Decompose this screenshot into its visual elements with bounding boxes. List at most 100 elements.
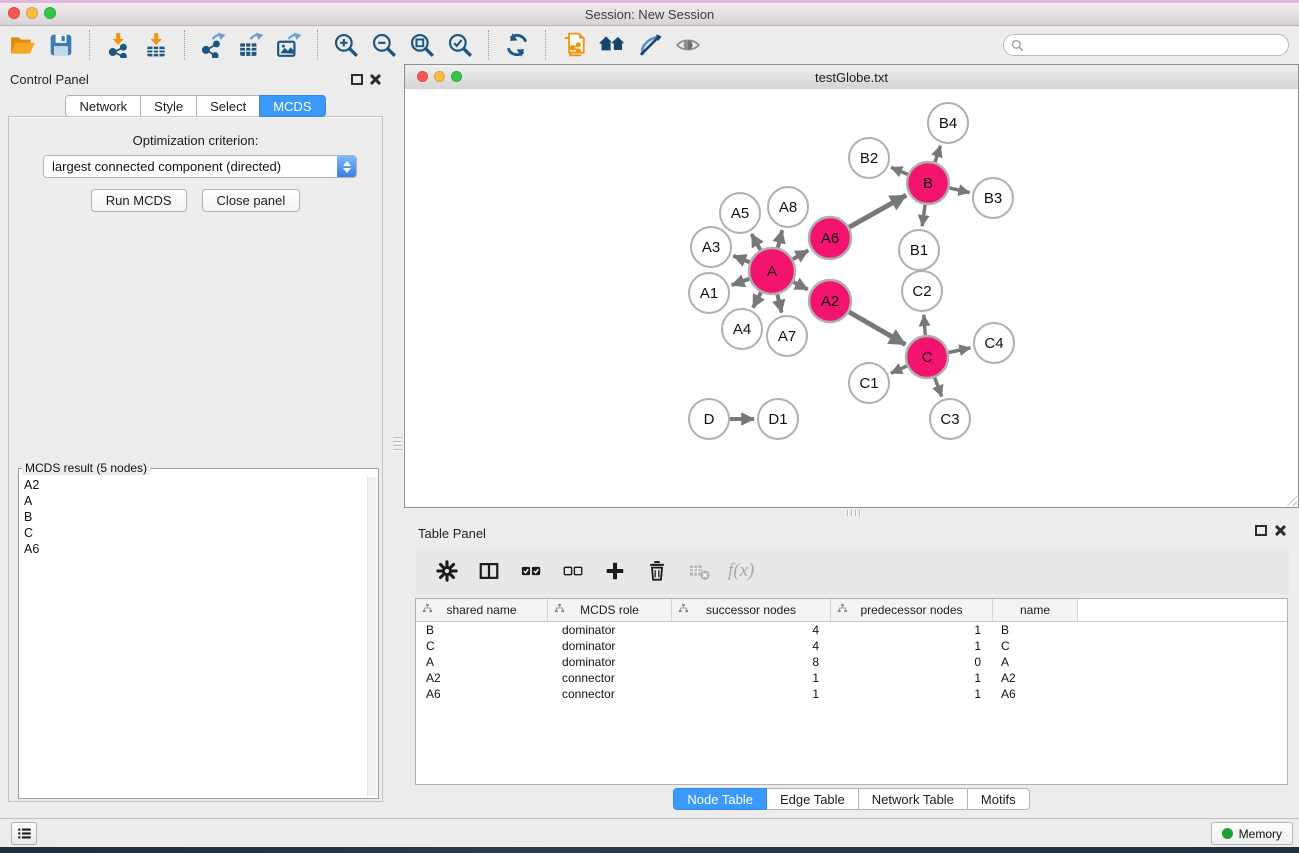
tab-style[interactable]: Style — [140, 95, 197, 117]
horizontal-split-divider[interactable] — [404, 508, 1299, 518]
mcds-result-item[interactable]: B — [19, 509, 366, 525]
edge-A-A5[interactable] — [752, 234, 761, 250]
refresh-view-button[interactable] — [498, 28, 536, 62]
table-close-panel-button[interactable] — [1275, 524, 1287, 536]
float-panel-button[interactable] — [351, 73, 363, 85]
tab-select[interactable]: Select — [196, 95, 260, 117]
export-table-button[interactable] — [232, 28, 270, 62]
node-B4[interactable]: B4 — [928, 103, 968, 143]
node-B2[interactable]: B2 — [849, 138, 889, 178]
zoom-in-button[interactable] — [327, 28, 365, 62]
tab-network-table[interactable]: Network Table — [858, 788, 968, 810]
node-C3[interactable]: C3 — [930, 399, 970, 439]
node-B[interactable]: B — [907, 162, 949, 204]
table-row[interactable]: Cdominator41C — [416, 638, 1287, 654]
node-A6[interactable]: A6 — [809, 217, 851, 259]
node-C[interactable]: C — [906, 336, 948, 378]
zoom-selected-button[interactable] — [441, 28, 479, 62]
node-C1[interactable]: C1 — [849, 363, 889, 403]
search-input[interactable] — [1028, 36, 1288, 54]
node-A7[interactable]: A7 — [767, 316, 807, 356]
split-columns-button[interactable] — [476, 556, 502, 586]
column-header-successor-nodes[interactable]: successor nodes — [672, 599, 831, 621]
settings-gear-button[interactable] — [434, 556, 460, 586]
node-D1[interactable]: D1 — [758, 399, 798, 439]
tab-motifs[interactable]: Motifs — [967, 788, 1030, 810]
search-field[interactable] — [1003, 34, 1289, 56]
node-A4[interactable]: A4 — [722, 309, 762, 349]
zoom-out-button[interactable] — [365, 28, 403, 62]
import-table-button[interactable] — [137, 28, 175, 62]
function-builder-button[interactable]: f(x) — [728, 560, 754, 582]
edge-A2-C[interactable] — [849, 312, 905, 345]
show-graphics-details-button[interactable] — [669, 28, 707, 62]
add-column-button[interactable] — [602, 556, 628, 586]
edge-A-A4[interactable] — [753, 292, 761, 307]
table-row[interactable]: A6connector11A6 — [416, 686, 1287, 702]
mcds-result-item[interactable]: A2 — [19, 477, 366, 493]
column-header-MCDS-role[interactable]: MCDS role — [548, 599, 672, 621]
close-panel-button[interactable] — [370, 73, 382, 85]
show-task-history-button[interactable] — [11, 822, 37, 845]
column-header-shared-name[interactable]: shared name — [416, 599, 548, 621]
edge-A-A3[interactable] — [733, 256, 749, 262]
export-image-button[interactable] — [270, 28, 308, 62]
save-session-button[interactable] — [42, 28, 80, 62]
open-file-button[interactable] — [4, 28, 42, 62]
tab-network[interactable]: Network — [65, 95, 141, 117]
mcds-result-item[interactable]: C — [19, 525, 366, 541]
close-panel-action-button[interactable]: Close panel — [202, 189, 301, 212]
criterion-select[interactable]: largest connected component (directed) — [43, 155, 357, 178]
mcds-result-item[interactable]: A6 — [19, 541, 366, 557]
column-header-name[interactable]: name — [993, 599, 1078, 621]
edge-B-B4[interactable] — [935, 146, 940, 162]
tab-edge-table[interactable]: Edge Table — [766, 788, 859, 810]
vertical-split-divider[interactable] — [391, 64, 404, 818]
table-row[interactable]: Adominator80A — [416, 654, 1287, 670]
run-mcds-button[interactable]: Run MCDS — [91, 189, 187, 212]
node-D[interactable]: D — [689, 399, 729, 439]
edge-B-B2[interactable] — [891, 167, 908, 174]
edge-C-C2[interactable] — [924, 315, 926, 335]
node-A8[interactable]: A8 — [768, 187, 808, 227]
edge-A-A8[interactable] — [778, 230, 782, 247]
select-all-columns-button[interactable] — [518, 556, 544, 586]
edge-C-C1[interactable] — [891, 366, 907, 373]
node-A1[interactable]: A1 — [689, 273, 729, 313]
zoom-fit-button[interactable] — [403, 28, 441, 62]
delete-column-button[interactable] — [644, 556, 670, 586]
network-canvas[interactable]: AA6A2BCB4B2B3B1A5A8A3A1A4A7C2C4C1C3DD1 — [405, 89, 1298, 507]
node-A3[interactable]: A3 — [691, 227, 731, 267]
vertical-split-grip[interactable] — [393, 435, 402, 453]
node-C4[interactable]: C4 — [974, 323, 1014, 363]
edge-B-B1[interactable] — [922, 205, 925, 226]
horizontal-split-grip[interactable] — [845, 510, 863, 516]
import-network-button[interactable] — [99, 28, 137, 62]
delete-table-button[interactable] — [686, 556, 712, 586]
edge-A-A2[interactable] — [793, 282, 808, 290]
new-network-from-selection-button[interactable] — [555, 28, 593, 62]
node-B3[interactable]: B3 — [973, 178, 1013, 218]
edge-C-C4[interactable] — [949, 348, 971, 353]
column-header-predecessor-nodes[interactable]: predecessor nodes — [831, 599, 993, 621]
edge-A-A6[interactable] — [793, 250, 808, 259]
node-A5[interactable]: A5 — [720, 193, 760, 233]
show-home-button[interactable] — [593, 28, 631, 62]
tab-mcds[interactable]: MCDS — [259, 95, 325, 117]
hide-style-button[interactable] — [631, 28, 669, 62]
node-A[interactable]: A — [749, 248, 795, 294]
node-C2[interactable]: C2 — [902, 271, 942, 311]
edge-C-C3[interactable] — [935, 378, 942, 397]
deselect-all-columns-button[interactable] — [560, 556, 586, 586]
mcds-result-item[interactable]: A — [19, 493, 366, 509]
memory-button[interactable]: Memory — [1211, 822, 1293, 845]
table-row[interactable]: A2connector11A2 — [416, 670, 1287, 686]
table-float-panel-button[interactable] — [1255, 524, 1267, 536]
edge-A-A1[interactable] — [732, 279, 750, 285]
table-row[interactable]: Bdominator41B — [416, 622, 1287, 638]
mcds-result-scrollbar[interactable] — [367, 477, 377, 796]
edge-A6-B[interactable] — [849, 195, 906, 227]
node-A2[interactable]: A2 — [809, 280, 851, 322]
edge-B-B3[interactable] — [949, 188, 969, 193]
tab-node-table[interactable]: Node Table — [673, 788, 767, 810]
